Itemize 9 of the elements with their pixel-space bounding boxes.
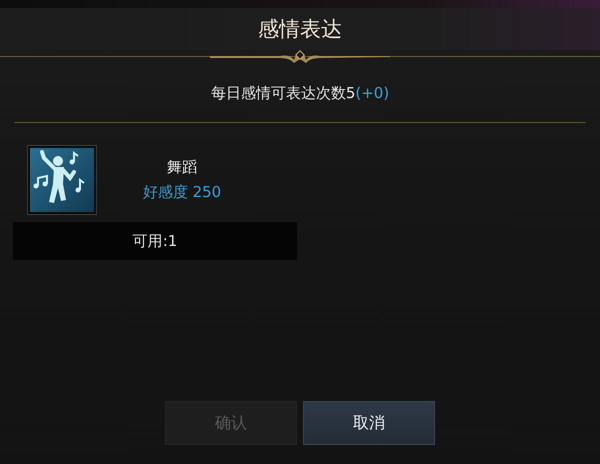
emote-card[interactable]: 舞蹈 好感度 250 可用:1 <box>13 141 297 401</box>
ornament-icon <box>210 50 390 64</box>
dialog-title: 感情表达 <box>258 16 342 43</box>
dialog-button[interactable]: 取消 <box>303 401 435 445</box>
available-count: 可用:1 <box>13 222 297 260</box>
daily-limit-text: 每日感情可表达次数5 <box>210 84 356 102</box>
bonus-count: (+0) <box>355 84 390 102</box>
emote-name: 舞蹈 <box>167 158 197 176</box>
affinity-value: 好感度 250 <box>142 182 222 202</box>
